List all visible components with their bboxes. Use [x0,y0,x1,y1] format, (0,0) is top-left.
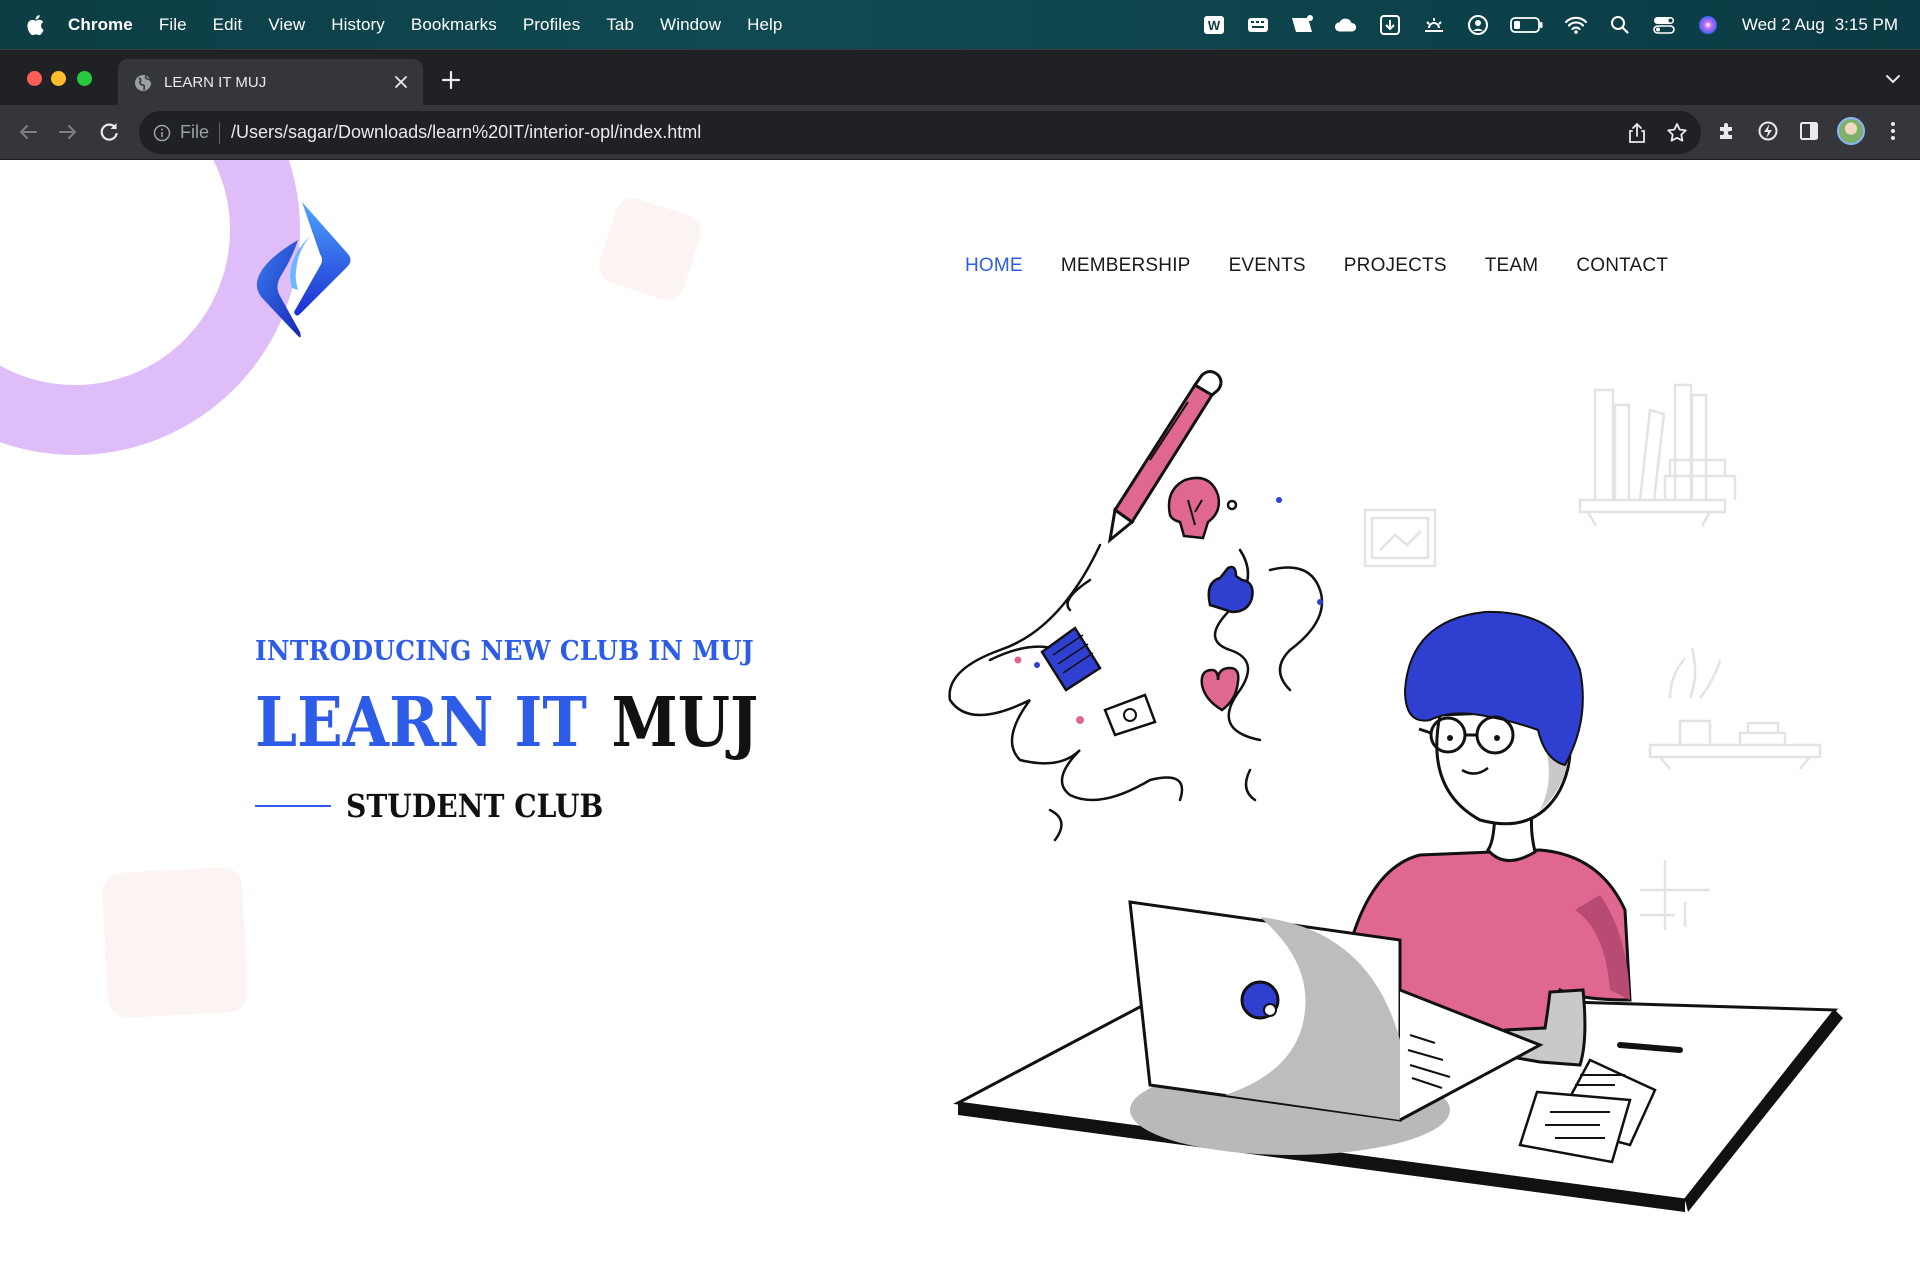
browser-toolbar: File /Users/sagar/Downloads/learn%20IT/i… [0,105,1920,160]
hero-title: LEARN IT MUJ [255,683,758,763]
forward-arrow-icon[interactable] [55,119,81,145]
menubar-clock[interactable]: Wed 2 Aug 3:15 PM [1742,15,1898,35]
dot-decoration [1276,497,1282,503]
page-viewport: HOME MEMBERSHIP EVENTS PROJECTS TEAM CON… [0,160,1920,1280]
tab-title: LEARN IT MUJ [164,74,267,91]
wifi-icon[interactable] [1564,13,1588,37]
nav-contact[interactable]: CONTACT [1576,255,1668,277]
extension-bolt-icon[interactable] [1755,117,1781,145]
hero-subtitle-row: STUDENT CLUB [255,787,827,825]
menu-view[interactable]: View [268,15,305,35]
hero-intro-text: INTRODUCING NEW CLUB IN MUJ [255,636,754,667]
keyboard-icon[interactable] [1246,13,1270,37]
globe-icon [135,74,152,91]
battery-icon[interactable] [1509,13,1544,37]
apple-menu-icon[interactable] [24,13,46,37]
omnibox-divider [219,121,221,144]
dot-decoration [1317,599,1323,605]
svg-text:W: W [1208,18,1221,33]
browser-tab-strip: LEARN IT MUJ [0,49,1920,106]
word-icon[interactable]: W [1202,13,1226,37]
dot-decoration [1034,662,1040,668]
download-icon[interactable] [1378,13,1402,37]
nav-projects[interactable]: PROJECTS [1344,255,1447,277]
hero-subtitle: STUDENT CLUB [346,787,604,825]
side-panel-icon[interactable] [1796,117,1822,145]
menu-file[interactable]: File [159,15,187,35]
menu-history[interactable]: History [331,15,385,35]
window-minimize-button[interactable] [51,71,66,86]
menu-profiles[interactable]: Profiles [523,15,581,35]
address-bar[interactable]: File /Users/sagar/Downloads/learn%20IT/i… [139,111,1701,154]
menu-tab[interactable]: Tab [606,15,634,35]
spotlight-search-icon[interactable] [1608,13,1632,37]
dot-decoration [1076,716,1084,724]
browser-tab[interactable]: LEARN IT MUJ [118,59,423,106]
nav-home[interactable]: HOME [965,255,1023,277]
brightness-icon[interactable] [1422,13,1446,37]
note-doodle [1040,626,1102,692]
window-zoom-button[interactable] [77,71,92,86]
siri-icon[interactable] [1696,13,1720,37]
decorative-square [594,193,706,305]
url-text[interactable]: /Users/sagar/Downloads/learn%20IT/interi… [231,122,701,143]
menu-app-name[interactable]: Chrome [68,15,133,35]
reload-icon[interactable] [96,119,122,145]
hero-title-learn-it: LEARN IT [255,683,587,763]
bookmark-star-icon[interactable] [1665,121,1689,145]
window-close-button[interactable] [27,71,42,86]
dot-decoration [1014,656,1022,664]
menu-bookmarks[interactable]: Bookmarks [411,15,497,35]
user-circle-icon[interactable] [1466,13,1490,37]
macos-menu-bar: Chrome File Edit View History Bookmarks … [0,0,1920,49]
url-scheme-label: File [180,122,210,142]
share-icon[interactable] [1625,121,1649,145]
nav-membership[interactable]: MEMBERSHIP [1061,255,1191,277]
nav-events[interactable]: EVENTS [1229,255,1306,277]
clock-time: 3:15 PM [1834,14,1898,34]
lightbulb-doodle [1167,476,1221,540]
tab-close-icon[interactable] [391,72,411,92]
menu-edit[interactable]: Edit [213,15,243,35]
menu-help[interactable]: Help [747,15,782,35]
extensions-puzzle-icon[interactable] [1714,117,1740,145]
cloud-icon[interactable] [1334,13,1358,37]
hero-title-muj: MUJ [611,683,759,763]
hero-section: INTRODUCING NEW CLUB IN MUJ LEARN IT MUJ … [255,636,827,825]
decorative-square [101,866,249,1019]
chrome-menu-kebab-icon[interactable] [1880,117,1906,145]
thumbs-up-doodle [1207,565,1254,614]
new-tab-plus-icon[interactable] [440,69,462,91]
site-logo-icon[interactable] [250,200,355,340]
tab-search-chevron-icon[interactable] [1884,72,1902,86]
hero-illustration-person-laptop [948,370,1843,1212]
menu-window[interactable]: Window [660,15,721,35]
ideas-doodle [948,499,1324,842]
clock-date: Wed 2 Aug [1741,14,1825,34]
ticket-doodle [1103,693,1157,737]
control-center-icon[interactable] [1652,13,1676,37]
site-nav: HOME MEMBERSHIP EVENTS PROJECTS TEAM CON… [965,255,1706,277]
nav-team[interactable]: TEAM [1485,255,1539,277]
notification-icon[interactable] [1290,13,1314,37]
site-info-icon[interactable] [153,124,171,142]
hero-subtitle-line [255,805,331,807]
back-arrow-icon[interactable] [15,119,41,145]
profile-avatar[interactable] [1837,117,1865,145]
